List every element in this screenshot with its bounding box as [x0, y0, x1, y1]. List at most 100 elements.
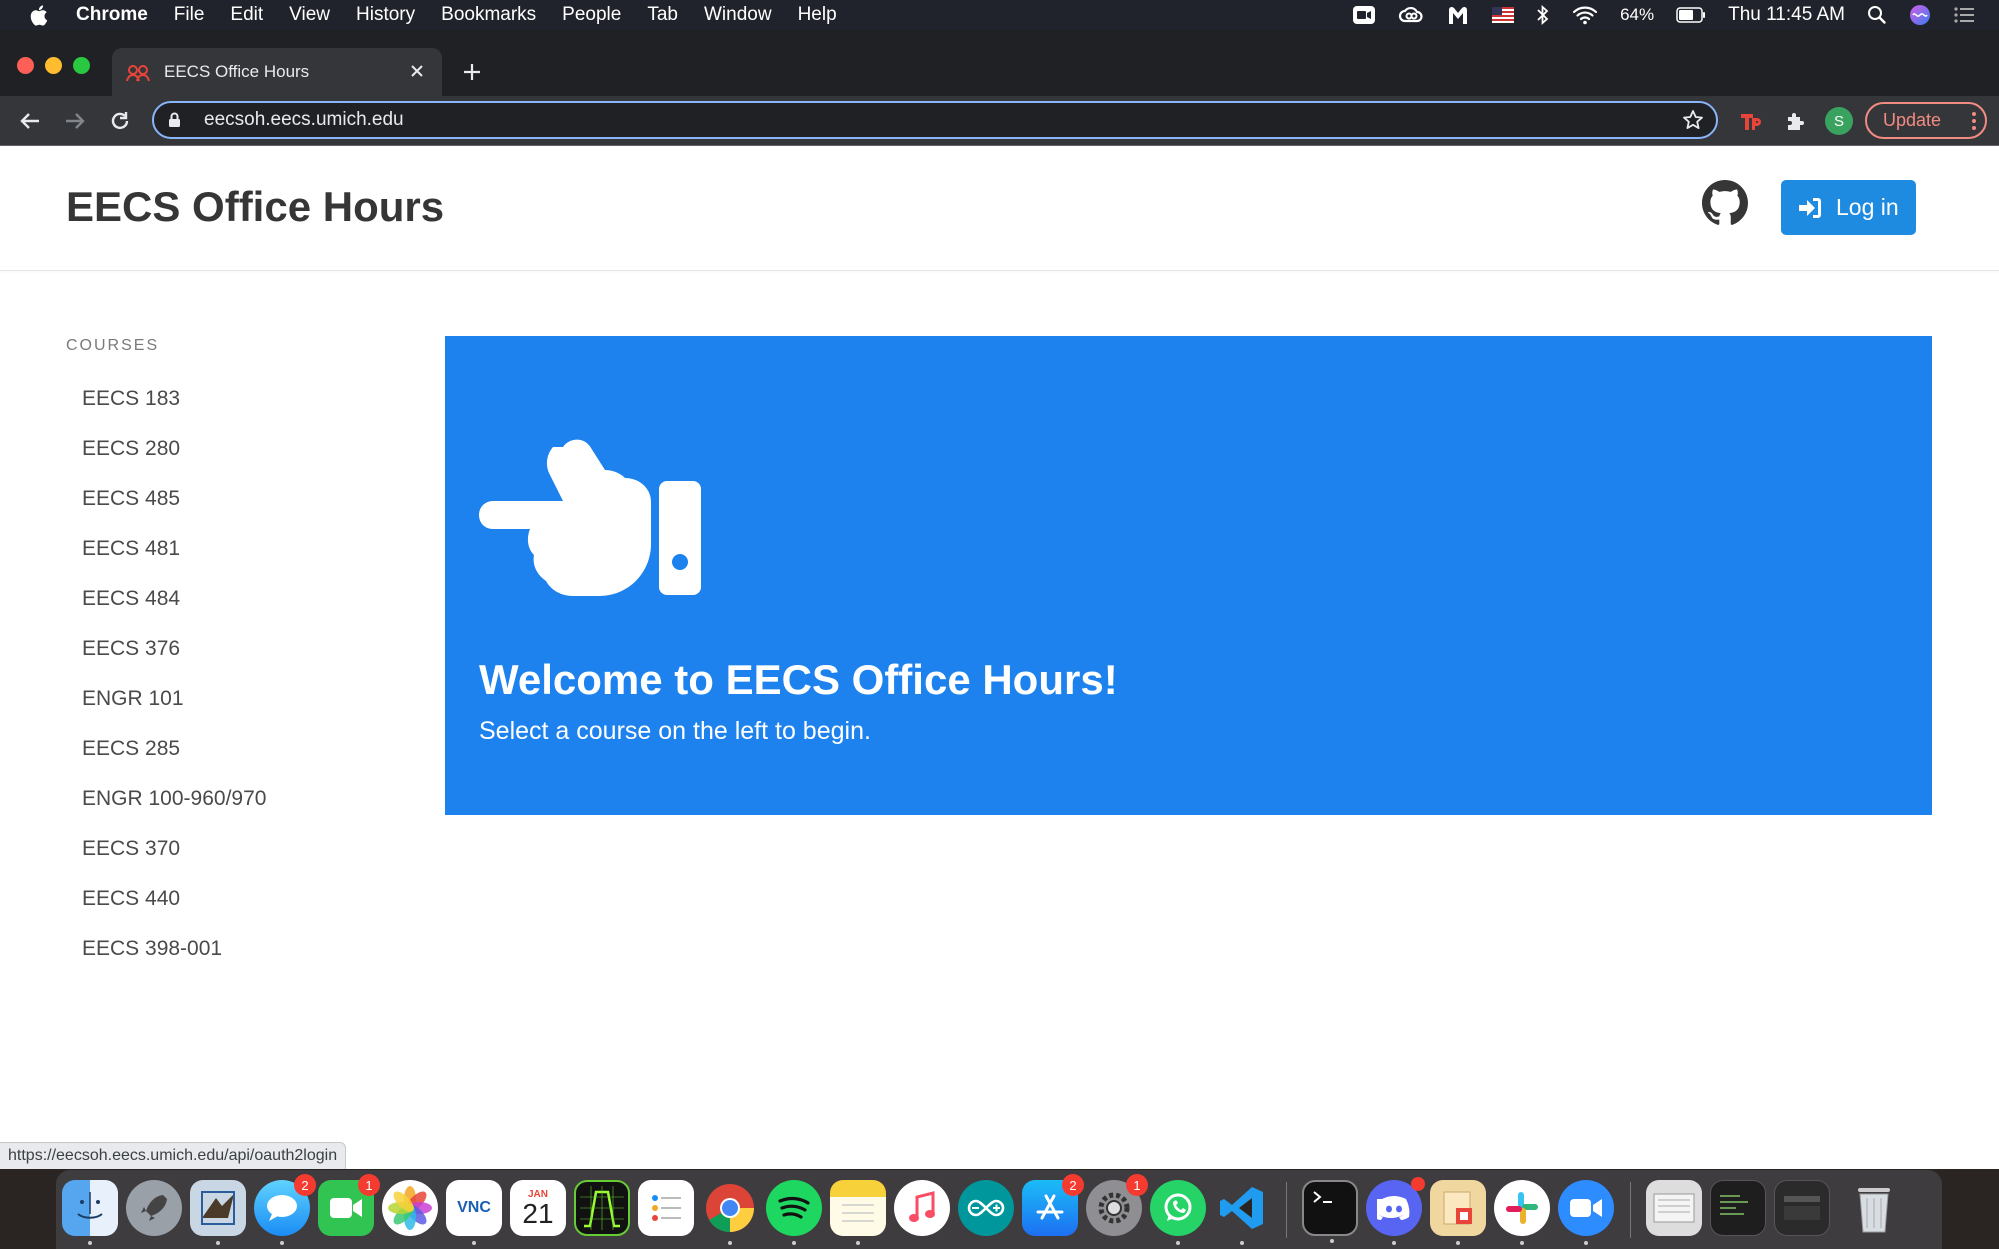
new-tab-plus-icon[interactable] [458, 58, 486, 86]
wifi-icon[interactable] [1572, 5, 1598, 25]
running-indicator [88, 1241, 92, 1245]
calendar-icon[interactable]: JAN 21 [510, 1180, 566, 1236]
pdf-document-icon[interactable] [1430, 1180, 1486, 1245]
course-link-eecs-440[interactable]: EECS 440 [66, 874, 396, 924]
vscode-icon[interactable] [1214, 1180, 1270, 1245]
menu-history[interactable]: History [356, 4, 415, 26]
us-flag-input-icon[interactable] [1492, 7, 1515, 23]
course-link-eecs-376[interactable]: EECS 376 [66, 624, 396, 674]
facetime-badge: 1 [358, 1174, 380, 1196]
course-link-eecs-481[interactable]: EECS 481 [66, 524, 396, 574]
zoom-menubar-icon[interactable] [1352, 5, 1376, 25]
hero-heading: Welcome to EECS Office Hours! [479, 656, 1118, 703]
vnc-label: VNC [457, 1199, 491, 1216]
address-url[interactable]: eecsoh.eecs.umich.edu [204, 109, 404, 131]
music-icon[interactable] [894, 1180, 950, 1236]
siri-icon[interactable] [1909, 4, 1931, 26]
photos-icon[interactable] [382, 1180, 438, 1236]
chrome-update-button[interactable]: Update [1865, 102, 1987, 139]
menu-window[interactable]: Window [704, 4, 772, 26]
menu-view[interactable]: View [289, 4, 330, 26]
menu-chrome[interactable]: Chrome [76, 4, 148, 26]
reload-icon[interactable] [105, 106, 135, 136]
web-page: EECS Office Hours Log in COURSES EECS 18… [0, 147, 1999, 1169]
menu-file[interactable]: File [174, 4, 205, 26]
trash-icon[interactable] [1846, 1180, 1902, 1236]
discord-icon[interactable] [1366, 1177, 1425, 1245]
macos-menubar: Chrome File Edit View History Bookmarks … [0, 0, 1999, 30]
slack-icon[interactable] [1494, 1180, 1550, 1245]
menu-tab[interactable]: Tab [647, 4, 678, 26]
course-link-eecs-280[interactable]: EECS 280 [66, 424, 396, 474]
course-link-eecs-285[interactable]: EECS 285 [66, 724, 396, 774]
spotlight-search-icon[interactable] [1867, 5, 1887, 25]
finder-icon[interactable] [62, 1180, 118, 1245]
forward-arrow-icon[interactable] [60, 106, 90, 136]
menu-help[interactable]: Help [798, 4, 837, 26]
eecsoh-favicon-icon [126, 62, 150, 82]
running-indicator [1584, 1241, 1588, 1245]
notification-center-icon[interactable] [1953, 6, 1975, 24]
hand-point-left-icon [479, 431, 703, 602]
menubar-clock[interactable]: Thu 11:45 AM [1728, 4, 1845, 26]
battery-icon[interactable] [1676, 7, 1706, 23]
chrome-icon[interactable] [702, 1180, 758, 1245]
site-title[interactable]: EECS Office Hours [66, 183, 444, 231]
spotify-icon[interactable] [766, 1180, 822, 1245]
extension-tp-icon[interactable] [1736, 106, 1766, 136]
mail-eagle-icon[interactable] [190, 1180, 246, 1245]
calendar-day: 21 [522, 1197, 554, 1229]
course-link-eecs-370[interactable]: EECS 370 [66, 824, 396, 874]
window-zoom-button[interactable] [73, 57, 90, 74]
facetime-icon[interactable]: 1 [318, 1174, 380, 1236]
sign-in-icon [1798, 197, 1822, 219]
launchpad-rocket-icon[interactable] [126, 1180, 182, 1236]
bluetooth-icon[interactable] [1536, 5, 1550, 25]
apple-menu-icon[interactable] [28, 4, 54, 27]
notes-icon[interactable] [830, 1180, 886, 1245]
terminal-icon[interactable] [1302, 1180, 1358, 1243]
profile-avatar[interactable]: S [1825, 107, 1853, 135]
logic-analyzer-icon[interactable] [574, 1180, 630, 1236]
messages-icon[interactable]: 2 [254, 1174, 316, 1245]
login-button[interactable]: Log in [1781, 180, 1916, 235]
back-arrow-icon[interactable] [15, 106, 45, 136]
running-indicator [792, 1241, 796, 1245]
vnc-viewer-icon[interactable]: VNC [446, 1180, 502, 1245]
kebab-menu-icon[interactable] [1971, 111, 1977, 131]
address-bar[interactable]: eecsoh.eecs.umich.edu [152, 101, 1718, 139]
window-minimize-button[interactable] [45, 57, 62, 74]
window-close-button[interactable] [17, 57, 34, 74]
course-link-eecs-484[interactable]: EECS 484 [66, 574, 396, 624]
arduino-icon[interactable] [958, 1180, 1014, 1236]
course-link-eecs-183[interactable]: EECS 183 [66, 374, 396, 424]
zoom-app-icon[interactable] [1558, 1180, 1614, 1245]
app-store-badge: 2 [1062, 1174, 1084, 1196]
menu-edit[interactable]: Edit [230, 4, 263, 26]
creative-cloud-icon[interactable] [1398, 5, 1424, 25]
reminders-icon[interactable] [638, 1180, 694, 1236]
link-status-bubble: https://eecsoh.eecs.umich.edu/api/oauth2… [0, 1142, 347, 1170]
login-label: Log in [1836, 194, 1899, 220]
course-link-engr-100-960-970[interactable]: ENGR 100-960/970 [66, 774, 396, 824]
window-thumbnail-dark-icon[interactable] [1774, 1180, 1830, 1236]
downloads-stack-icon[interactable] [1646, 1180, 1702, 1236]
lock-icon[interactable] [168, 112, 186, 128]
system-preferences-gear-icon[interactable]: 1 [1086, 1174, 1148, 1236]
menu-people[interactable]: People [562, 4, 621, 26]
tab-close-icon[interactable] [406, 60, 428, 82]
malwarebytes-icon[interactable] [1446, 4, 1470, 26]
whatsapp-icon[interactable] [1150, 1180, 1206, 1245]
running-indicator [1176, 1241, 1180, 1245]
app-store-icon[interactable]: 2 [1022, 1174, 1084, 1236]
course-link-eecs-398-001[interactable]: EECS 398-001 [66, 924, 396, 974]
menu-bookmarks[interactable]: Bookmarks [441, 4, 536, 26]
window-thumbnail-vscode-icon[interactable] [1710, 1180, 1766, 1236]
browser-tab-active[interactable]: EECS Office Hours [112, 48, 442, 96]
course-link-eecs-485[interactable]: EECS 485 [66, 474, 396, 524]
github-icon[interactable] [1702, 180, 1748, 226]
course-link-engr-101[interactable]: ENGR 101 [66, 674, 396, 724]
extensions-puzzle-icon[interactable] [1780, 106, 1810, 136]
dock-separator [1286, 1182, 1287, 1238]
bookmark-star-icon[interactable] [1682, 109, 1704, 131]
